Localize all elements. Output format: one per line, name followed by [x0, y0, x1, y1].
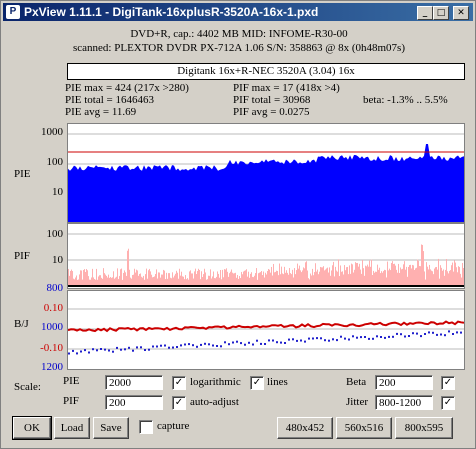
jitter-checkbox[interactable]: ✓ [441, 396, 455, 410]
pie-area [68, 144, 464, 222]
pie-max: PIE max = 424 (217x >280) [65, 82, 189, 94]
pif-scale-input[interactable]: 200 [105, 395, 163, 410]
auto-adjust-checkbox[interactable]: ✓ [172, 396, 186, 410]
bj-tick-beta-high: 0.10 [43, 302, 63, 314]
bj-graph-label: B/J [14, 318, 29, 330]
beta-series [68, 320, 464, 333]
jitter-scale-label: Jitter [346, 396, 368, 408]
size-800x595-button[interactable]: 800x595 [395, 417, 453, 439]
capture-checkbox[interactable] [139, 420, 153, 434]
ok-button[interactable]: OK [12, 416, 52, 440]
size-560x516-button[interactable]: 560x516 [336, 417, 392, 439]
drive-label-field: Digitank 16x+R-NEC 3520A (3.04) 16x [67, 63, 465, 80]
pie-tick-10: 10 [52, 186, 63, 198]
beta-range: beta: -1.3% .. 5.5% [363, 94, 448, 106]
bj-tick-beta-low: -0.10 [40, 342, 63, 354]
capture-label: capture [157, 420, 190, 432]
beta-scale-label: Beta [346, 376, 367, 388]
beta-checkbox[interactable]: ✓ [441, 376, 455, 390]
title-bar[interactable]: P PxView 1.11.1 - DigiTank-16xplusR-3520… [3, 3, 473, 21]
pie-tick-100: 100 [46, 156, 64, 168]
save-button[interactable]: Save [93, 417, 129, 439]
pif-avg: PIF avg = 0.0275 [233, 106, 310, 118]
pie-scale-label: PIE [63, 375, 80, 387]
jitter-series [68, 330, 462, 355]
pif-tick-100: 100 [46, 228, 64, 240]
pif-tick-800: 800 [46, 282, 64, 294]
bj-graph [67, 290, 465, 370]
lines-checkbox[interactable]: ✓ [250, 376, 264, 390]
minimize-button[interactable]: _ [417, 6, 433, 20]
scale-label: Scale: [14, 381, 41, 393]
close-button[interactable]: ✕ [453, 6, 469, 20]
auto-adjust-label: auto-adjust [190, 396, 239, 408]
pif-bars [68, 244, 464, 286]
logarithmic-checkbox[interactable]: ✓ [172, 376, 186, 390]
logarithmic-label: logarithmic [190, 376, 241, 388]
pif-total: PIF total = 30968 [233, 94, 311, 106]
load-button[interactable]: Load [54, 417, 90, 439]
pif-max: PIF max = 17 (418x >4) [233, 82, 340, 94]
pie-avg: PIE avg = 11.69 [65, 106, 137, 118]
pie-tick-1000: 1000 [41, 126, 63, 138]
pif-scale-label: PIF [63, 395, 79, 407]
bj-tick-jitter-1200: 1200 [41, 361, 63, 373]
maximize-button[interactable]: □ [433, 6, 449, 20]
app-icon: P [6, 5, 20, 19]
bj-tick-jitter-1000: 1000 [41, 321, 63, 333]
scan-info: scanned: PLEXTOR DVDR PX-712A 1.06 S/N: … [73, 42, 405, 54]
disc-info: DVD+R, cap.: 4402 MB MID: INFOME-R30-00 [130, 28, 348, 40]
window-title: PxView 1.11.1 - DigiTank-16xplusR-3520A-… [24, 5, 319, 19]
app-window: P PxView 1.11.1 - DigiTank-16xplusR-3520… [0, 0, 476, 449]
lines-label: lines [267, 376, 288, 388]
jitter-scale-input[interactable]: 800-1200 [375, 395, 433, 410]
pie-scale-input[interactable]: 2000 [105, 375, 163, 390]
pie-total: PIE total = 1646463 [65, 94, 155, 106]
size-480x452-button[interactable]: 480x452 [277, 417, 333, 439]
pie-graph [67, 123, 465, 223]
beta-scale-input[interactable]: 200 [375, 375, 433, 390]
pif-graph-label: PIF [14, 250, 30, 262]
pie-graph-label: PIE [14, 168, 31, 180]
pif-graph [67, 223, 465, 289]
